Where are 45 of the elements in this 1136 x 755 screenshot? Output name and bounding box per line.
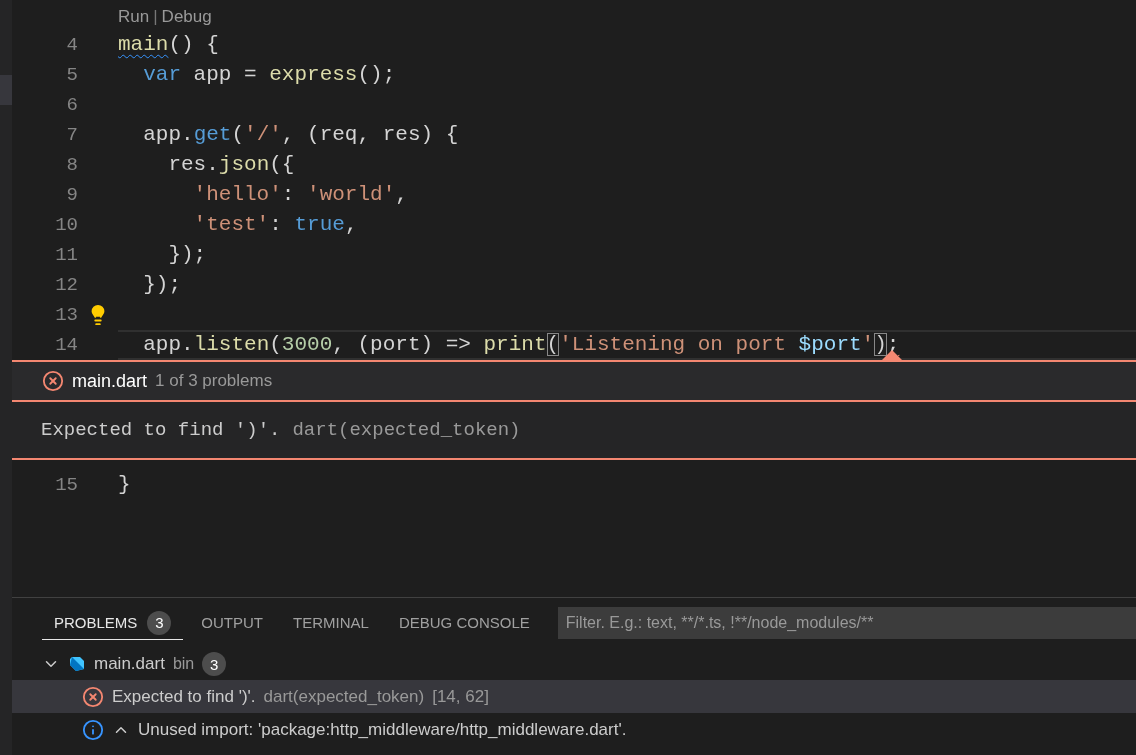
problem-message: Unused import: 'package:http_middleware/http_middleware.dart'.: [138, 719, 627, 740]
code-line: app.get('/', (req, res) {: [142, 123, 459, 146]
line-number: 4: [65, 34, 78, 56]
peek-source: dart(expected_token): [292, 419, 521, 441]
peek-counter: 1 of 3 problems: [155, 371, 273, 391]
filter-field[interactable]: Filter. E.g.: text, **/*.ts, !**/node_modules/**: [557, 607, 1136, 639]
peek-message: Expected to find ')'.: [41, 419, 281, 441]
line-number: 13: [54, 304, 78, 326]
folder-name: bin: [172, 655, 195, 673]
code-line: main() {: [118, 33, 219, 56]
code-line: });: [167, 243, 207, 266]
code-line: res.json({: [167, 153, 295, 176]
line-number: 12: [54, 274, 78, 296]
panel-tab[interactable]: TERMINAL: [281, 606, 381, 640]
panel-tab[interactable]: PROBLEMS 3: [42, 606, 184, 640]
dart-logo-icon: [68, 655, 86, 673]
code-line: });: [142, 273, 181, 296]
count-badge: 3: [202, 652, 227, 676]
tree-file-row[interactable]: main.dart bin 3: [12, 648, 1136, 680]
code-line: 'test': true,: [192, 213, 358, 236]
problem-message: Expected to find ')'.: [112, 686, 256, 707]
count-badge: 3: [147, 610, 172, 635]
peek-file-name: main.dart: [72, 370, 148, 392]
problem-row[interactable]: Expected to find ')'. dart(expected_token) [14, 62]: [12, 680, 1136, 713]
file-name: main.dart: [94, 654, 165, 674]
code-line: var app = express();: [142, 63, 396, 86]
problem-source: dart(expected_token): [263, 686, 425, 707]
codelens-link[interactable]: Debug: [161, 6, 212, 27]
problem-position: [14, 62]: [432, 686, 489, 707]
panel-tab[interactable]: OUTPUT: [189, 606, 276, 640]
line-number: 8: [65, 154, 78, 176]
line-number: 6: [65, 94, 78, 116]
line-number: 9: [65, 184, 78, 206]
line-number: 7: [65, 124, 78, 146]
line-number: 10: [54, 214, 78, 236]
separator: |: [153, 6, 158, 27]
problem-row[interactable]: Unused import: 'package:http_middleware/http_middleware.dart'.: [12, 713, 1136, 746]
line-number: 15: [54, 474, 78, 496]
code-line: }: [118, 473, 131, 496]
panel-tab[interactable]: DEBUG CONSOLE: [386, 606, 542, 640]
line-number: 14: [54, 334, 78, 356]
line-number: 11: [54, 244, 78, 266]
line-number: 5: [65, 64, 78, 86]
codelens-link[interactable]: Run: [118, 6, 150, 27]
code-line: 'hello': 'world',: [192, 183, 408, 206]
